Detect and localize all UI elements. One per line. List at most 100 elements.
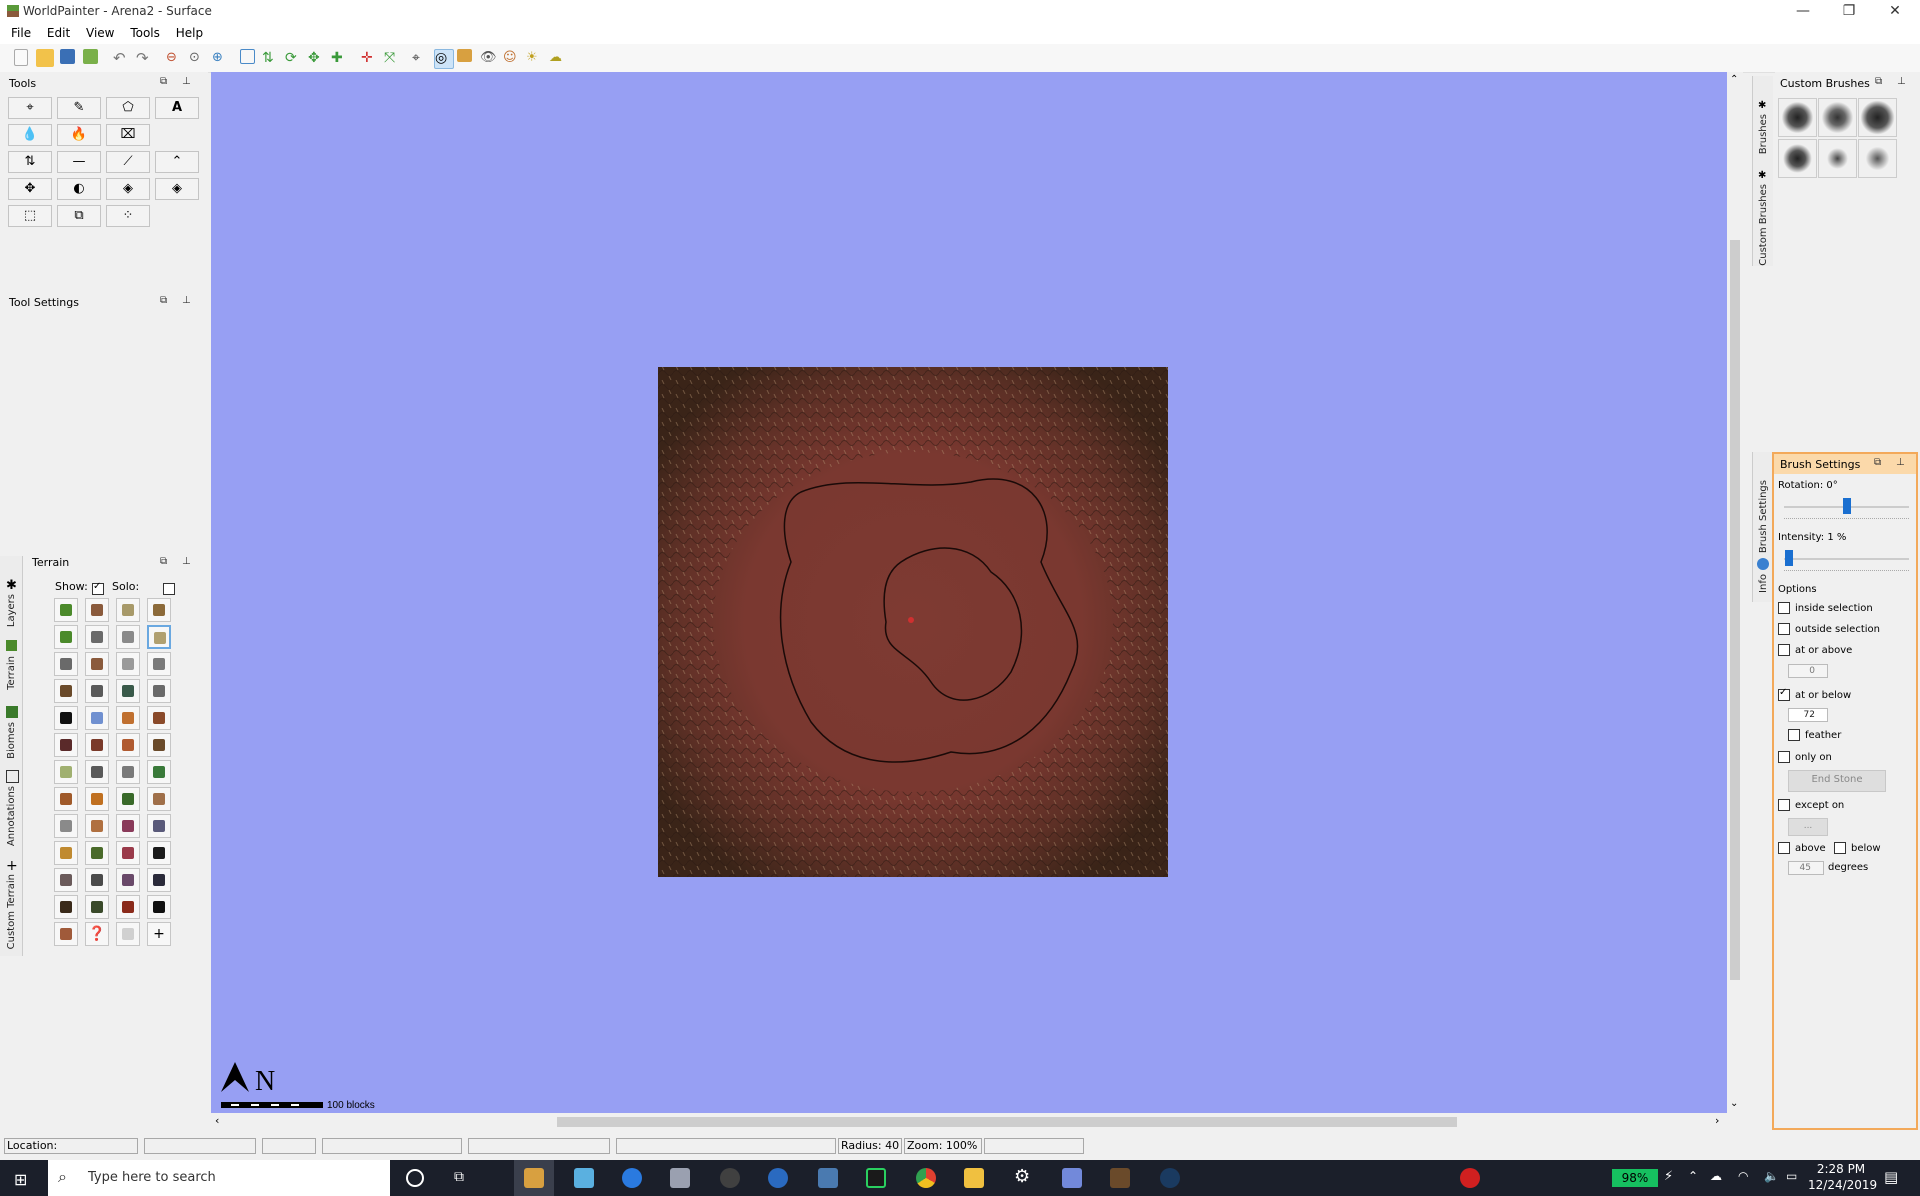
menu-edit[interactable]: Edit	[41, 22, 76, 44]
tool-flood-water[interactable]: 💧	[8, 124, 52, 146]
terrain-tile[interactable]	[147, 814, 171, 838]
shift-world-icon[interactable]: ✥	[308, 49, 326, 67]
new-world-icon[interactable]	[14, 49, 28, 66]
zoom-in-icon[interactable]: ⊕	[212, 49, 230, 67]
scroll-right-icon[interactable]: ›	[1715, 1114, 1719, 1127]
terrain-tile[interactable]	[85, 598, 109, 622]
tool-sponge[interactable]: ⌧	[106, 124, 150, 146]
terrain-tile[interactable]	[116, 787, 140, 811]
panel-float-icon[interactable]: ⧉	[1874, 457, 1881, 468]
tab-brushes[interactable]: Brushes	[1758, 114, 1769, 154]
terrain-tile[interactable]	[116, 652, 140, 676]
horizontal-scrollbar[interactable]: ‹ ›	[211, 1113, 1727, 1130]
app-taskbar-icon-4[interactable]	[670, 1168, 690, 1188]
steam-icon[interactable]	[1160, 1168, 1180, 1188]
only-on-checkbox[interactable]	[1778, 751, 1790, 763]
terrain-tile[interactable]	[54, 733, 78, 757]
except-on-button[interactable]: ...	[1788, 818, 1828, 836]
terrain-tile[interactable]	[116, 895, 140, 919]
tray-chevron-icon[interactable]: ⌃	[1688, 1169, 1698, 1183]
terrain-tile[interactable]	[85, 625, 109, 649]
terrain-tile[interactable]	[147, 625, 171, 649]
tool-smooth[interactable]: ⟋	[106, 151, 150, 173]
below-checkbox[interactable]	[1834, 842, 1846, 854]
terrain-tile[interactable]	[54, 706, 78, 730]
terrain-tile[interactable]	[54, 922, 78, 946]
tool-raise-lower[interactable]: ⇅	[8, 151, 52, 173]
redo-icon[interactable]: ↷	[136, 49, 154, 67]
panel-pin-icon[interactable]: ⊥	[1896, 457, 1905, 468]
tool-raise-rotated-pyramid[interactable]: ◈	[155, 178, 199, 200]
add-tiles-icon[interactable]: ✚	[331, 49, 349, 67]
terrain-tile[interactable]	[147, 868, 171, 892]
terrain-tile[interactable]	[116, 733, 140, 757]
tool-rotate[interactable]: ◐	[57, 178, 101, 200]
intensity-track[interactable]	[1784, 558, 1909, 560]
panel-float-icon[interactable]: ⧉	[160, 295, 167, 306]
python-icon[interactable]	[818, 1168, 838, 1188]
inside-selection-checkbox[interactable]	[1778, 602, 1790, 614]
show-checkbox[interactable]	[92, 581, 104, 595]
wifi-icon[interactable]: ◠	[1738, 1169, 1748, 1183]
brush-5[interactable]	[1818, 139, 1857, 178]
solo-checkbox[interactable]	[162, 582, 175, 595]
tool-flood-lava[interactable]: 🔥	[57, 124, 101, 146]
tab-biomes[interactable]: Biomes	[6, 722, 17, 759]
davinci-icon[interactable]	[720, 1168, 740, 1188]
minimize-button[interactable]: —	[1780, 0, 1826, 22]
app-taskbar-icon-6[interactable]	[768, 1168, 788, 1188]
clock-date[interactable]: 12/24/2019	[1808, 1178, 1877, 1192]
taskbar-search-box[interactable]: ⌕ Type here to search	[48, 1160, 390, 1196]
brush-6[interactable]	[1858, 139, 1897, 178]
clock-time[interactable]: 2:28 PM	[1808, 1162, 1874, 1176]
terrain-tile[interactable]	[147, 679, 171, 703]
menu-tools[interactable]: Tools	[124, 22, 166, 44]
close-button[interactable]: ✕	[1872, 0, 1918, 22]
terrain-tile[interactable]	[54, 760, 78, 784]
at-or-above-checkbox[interactable]	[1778, 644, 1790, 656]
image-overlay-icon[interactable]	[457, 49, 472, 62]
tray-app-icon[interactable]	[1460, 1168, 1480, 1188]
cloud-icon[interactable]: ☁	[1710, 1169, 1722, 1183]
terrain-tile[interactable]	[54, 841, 78, 865]
terrain-tile[interactable]	[147, 598, 171, 622]
terrain-tile[interactable]	[85, 652, 109, 676]
move-to-origin-icon[interactable]: ⤧	[384, 49, 402, 67]
terrain-tile[interactable]	[147, 895, 171, 919]
minecraft-icon[interactable]	[1110, 1168, 1130, 1188]
battery-indicator[interactable]: 98%	[1612, 1169, 1658, 1187]
terrain-tile[interactable]	[85, 841, 109, 865]
tool-raise-pyramid[interactable]: ◈	[106, 178, 150, 200]
menu-file[interactable]: File	[5, 22, 37, 44]
task-view-icon[interactable]: ⧉	[454, 1169, 464, 1185]
battery-icon[interactable]: ▭	[1786, 1169, 1797, 1183]
panel-float-icon[interactable]: ⧉	[1875, 76, 1882, 87]
view-icon[interactable]: 👁	[480, 49, 498, 67]
menu-help[interactable]: Help	[170, 22, 209, 44]
scroll-down-icon[interactable]: ⌄	[1730, 1098, 1738, 1109]
terrain-tile[interactable]	[116, 706, 140, 730]
panel-pin-icon[interactable]: ⊥	[182, 556, 191, 567]
open-world-icon[interactable]	[36, 49, 54, 67]
file-explorer-icon[interactable]	[964, 1168, 984, 1188]
terrain-tile[interactable]	[54, 625, 78, 649]
map-canvas[interactable]: N 100 blocks	[211, 72, 1727, 1113]
scroll-left-icon[interactable]: ‹	[215, 1114, 219, 1127]
save-world-icon[interactable]	[60, 49, 75, 64]
terrain-tile[interactable]	[116, 679, 140, 703]
biomes-icon[interactable]: ☁	[549, 49, 567, 67]
terrain-tile[interactable]	[147, 652, 171, 676]
brush-3[interactable]	[1858, 98, 1897, 137]
tool-select[interactable]: ⬚	[8, 205, 52, 227]
tool-pencil[interactable]: ✎	[57, 97, 101, 119]
change-height-icon[interactable]: ⇅	[262, 49, 280, 67]
tool-text[interactable]: A	[155, 97, 199, 119]
panel-pin-icon[interactable]: ⊥	[182, 76, 191, 87]
panel-pin-icon[interactable]: ⊥	[182, 295, 191, 306]
above-checkbox[interactable]	[1778, 842, 1790, 854]
at-or-below-spinner[interactable]: 72	[1788, 708, 1828, 722]
tab-layers[interactable]: Layers	[6, 594, 17, 627]
export-world-icon[interactable]	[83, 49, 98, 64]
tab-custom-brushes[interactable]: Custom Brushes	[1758, 184, 1769, 266]
terrain-tile[interactable]	[54, 868, 78, 892]
